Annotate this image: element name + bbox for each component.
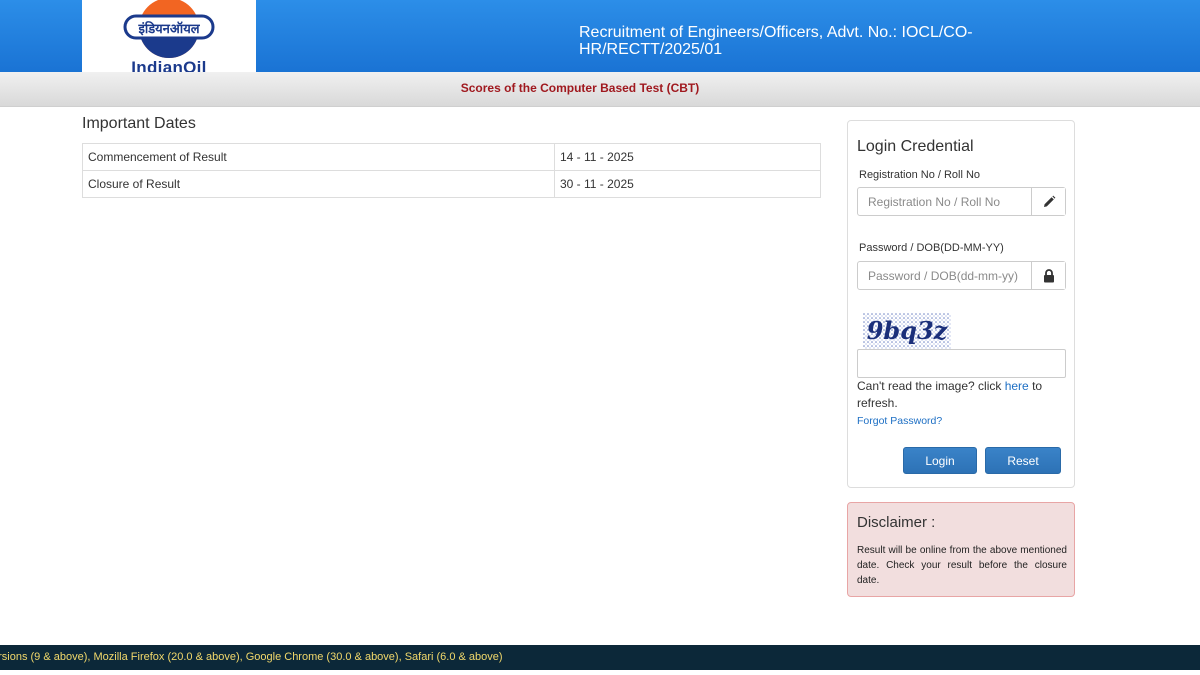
- browser-compat-footer: ersions (9 & above), Mozilla Firefox (20…: [0, 651, 503, 663]
- date-label: Closure of Result: [82, 170, 555, 198]
- login-panel: Login Credential Registration No / Roll …: [847, 120, 1075, 488]
- date-value: 14 - 11 - 2025: [554, 143, 821, 171]
- captcha-help-text: Can't read the image? click here to refr…: [857, 379, 1043, 410]
- registration-input-group: [857, 187, 1066, 216]
- table-row: Closure of Result 30 - 11 - 2025: [82, 170, 821, 198]
- subtitle-bar: Scores of the Computer Based Test (CBT): [0, 72, 1200, 107]
- captcha-refresh-link[interactable]: here: [1005, 379, 1029, 393]
- svg-text:9bq3z: 9bq3z: [867, 316, 949, 345]
- important-dates-table: Commencement of Result 14 - 11 - 2025 Cl…: [82, 143, 821, 198]
- indianoil-logo: इंडियनऑयल IndianOil: [82, 0, 256, 72]
- pencil-icon: [1031, 188, 1065, 215]
- date-label: Commencement of Result: [82, 143, 555, 171]
- indianoil-emblem-icon: इंडियनऑयल: [123, 0, 215, 58]
- disclaimer-title: Disclaimer :: [857, 514, 936, 531]
- captcha-image: 9bq3z: [863, 313, 951, 349]
- page-title: Recruitment of Engineers/Officers, Advt.…: [579, 24, 973, 58]
- disclaimer-box: Disclaimer : Result will be online from …: [847, 502, 1075, 597]
- svg-text:इंडियनऑयल: इंडियनऑयल: [137, 21, 200, 37]
- table-row: Commencement of Result 14 - 11 - 2025: [82, 143, 821, 171]
- disclaimer-text: Result will be online from the above men…: [857, 545, 1067, 586]
- reset-button[interactable]: Reset: [985, 447, 1061, 474]
- password-input[interactable]: [858, 262, 1032, 289]
- forgot-password-link[interactable]: Forgot Password?: [857, 415, 942, 427]
- important-dates-heading: Important Dates: [82, 115, 196, 132]
- header-bar: इंडियनऑयल IndianOil Recruitment of Engin…: [0, 0, 1200, 72]
- registration-input[interactable]: [858, 188, 1032, 215]
- lock-icon: [1031, 262, 1065, 289]
- logo-wordmark: IndianOil: [131, 58, 207, 72]
- registration-label: Registration No / Roll No: [859, 169, 981, 181]
- password-label: Password / DOB(DD-MM-YY): [859, 242, 1004, 254]
- footer-bar: ersions (9 & above), Mozilla Firefox (20…: [0, 645, 1200, 670]
- password-input-group: [857, 261, 1066, 290]
- captcha-input[interactable]: [857, 349, 1066, 378]
- date-value: 30 - 11 - 2025: [554, 170, 821, 198]
- login-title: Login Credential: [857, 138, 974, 155]
- login-button[interactable]: Login: [903, 447, 977, 474]
- page-subtitle: Scores of the Computer Based Test (CBT): [460, 81, 700, 95]
